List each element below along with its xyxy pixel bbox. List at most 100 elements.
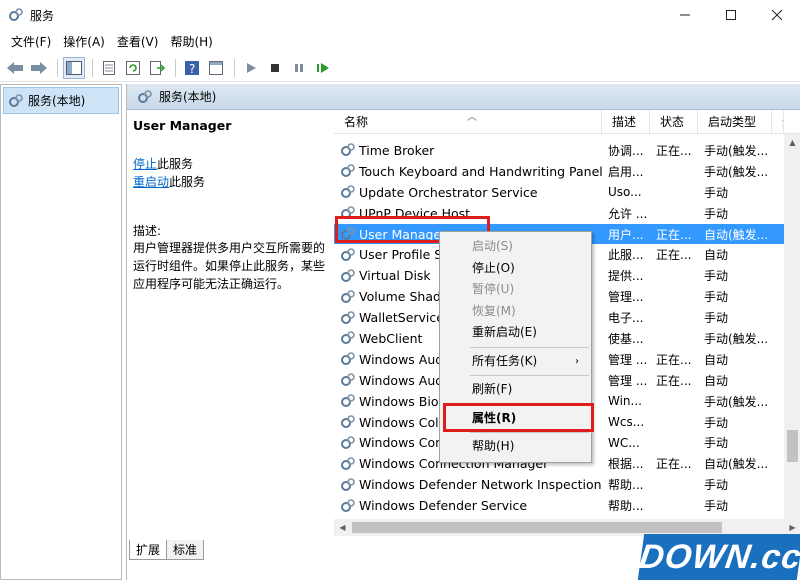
close-button[interactable] — [754, 0, 800, 30]
scroll-up-icon[interactable]: ▲ — [784, 134, 800, 151]
menu-item-stop[interactable]: 停止(O) — [440, 258, 591, 280]
minimize-icon — [680, 14, 690, 16]
restart-service-link[interactable]: 重启动 — [133, 175, 169, 189]
tab-extended[interactable]: 扩展 — [129, 540, 168, 560]
properties-button[interactable] — [98, 57, 120, 79]
back-button[interactable] — [4, 57, 26, 79]
gear-icon — [341, 456, 355, 470]
gear-icon — [341, 164, 355, 178]
menu-item-help[interactable]: 帮助(H) — [440, 436, 591, 458]
service-name-text: Virtual Disk — [359, 268, 431, 284]
vertical-scroll-thumb[interactable] — [787, 430, 798, 462]
service-name-text: Windows Colo — [359, 414, 447, 430]
gear-icon — [341, 373, 355, 387]
toolbar-separator — [57, 58, 58, 77]
console-icon — [209, 60, 223, 75]
service-desc-cell: 帮助... — [608, 499, 644, 514]
service-startup-cell: 手动(触发... — [704, 164, 769, 179]
menu-item-restart[interactable]: 重新启动(E) — [440, 322, 591, 344]
menu-view[interactable]: 查看(V) — [112, 32, 164, 52]
start-service-button[interactable] — [240, 57, 262, 79]
properties-icon — [103, 60, 115, 75]
stop-suffix: 此服务 — [157, 157, 194, 171]
maximize-button[interactable] — [708, 0, 754, 30]
menu-item-resume[interactable]: 恢复(M) — [440, 301, 591, 323]
service-name-text: UPnP Device Host — [359, 205, 471, 221]
menu-item-all-tasks-label: 所有任务(K) — [472, 353, 538, 368]
stop-service-button[interactable] — [264, 57, 286, 79]
refresh-button[interactable] — [122, 57, 144, 79]
menu-help[interactable]: 帮助(H) — [165, 32, 217, 52]
menu-separator — [470, 346, 589, 348]
service-name-cell: Time Broker — [334, 142, 602, 158]
column-startup-type[interactable]: 启动类型 — [698, 110, 772, 134]
service-row[interactable]: Time Broker 协调... 正在... 手动(触发... — [334, 140, 784, 161]
service-desc-cell: 管理 ... — [608, 373, 648, 388]
menu-item-start[interactable]: 启动(S) — [440, 236, 591, 258]
vertical-scrollbar[interactable]: ▲ — [784, 134, 800, 524]
horizontal-scroll-thumb[interactable] — [352, 522, 722, 533]
service-name-text: Windows Con — [359, 435, 444, 451]
gear-icon — [341, 394, 355, 408]
menu-file[interactable]: 文件(F) — [6, 32, 56, 52]
service-name-text: Time Broker — [359, 142, 435, 158]
service-startup-cell: 手动 — [704, 311, 729, 326]
menu-action[interactable]: 操作(A) — [58, 32, 110, 52]
selected-service-name: User Manager — [133, 118, 232, 133]
column-status[interactable]: 状态 — [650, 110, 698, 134]
pause-service-button[interactable] — [288, 57, 310, 79]
toolbar: ? — [0, 54, 800, 82]
help-button[interactable]: ? — [181, 57, 203, 79]
service-row[interactable]: Touch Keyboard and Handwriting Panel ...… — [334, 161, 784, 182]
service-name-text: Touch Keyboard and Handwriting Panel ... — [359, 163, 602, 179]
window-title: 服务 — [30, 8, 55, 23]
stop-service-link[interactable]: 停止 — [133, 157, 157, 171]
column-logon[interactable]: 登 — [772, 110, 784, 134]
menu-item-refresh[interactable]: 刷新(F) — [440, 379, 591, 401]
toolbar-separator — [234, 58, 235, 77]
restart-line: 重启动此服务 — [133, 173, 326, 191]
export-button[interactable] — [146, 57, 168, 79]
column-headers: 名称 描述 状态 启动类型 登 ︿ — [334, 110, 800, 134]
service-startup-cell: 自动(触发... — [704, 457, 769, 472]
tab-standard[interactable]: 标准 — [166, 540, 205, 560]
service-desc-cell: 协调... — [608, 143, 644, 158]
service-row[interactable]: Windows Defender Network Inspection ... 帮… — [334, 474, 784, 495]
service-desc-cell: 电子... — [608, 311, 644, 326]
service-desc-cell: WC... — [608, 435, 640, 450]
gear-icon — [341, 352, 355, 366]
service-desc-cell: 根据... — [608, 457, 644, 472]
service-name-text: Windows Defender Network Inspection ... — [359, 477, 602, 493]
service-status-cell: 正在... — [656, 227, 692, 242]
service-desc-cell: 此服... — [608, 248, 644, 263]
search-gear-icon — [138, 89, 152, 103]
service-startup-cell: 手动 — [704, 436, 729, 451]
scroll-left-icon[interactable]: ◀ — [334, 523, 351, 532]
service-status-cell: 正在... — [656, 457, 692, 472]
toolbar-separator — [92, 58, 93, 77]
service-details: User Manager 停止此服务 重启动此服务 描述: 用户管理器提供多用户… — [127, 110, 332, 536]
service-row[interactable]: Windows Defender Service 帮助... 手动 — [334, 495, 784, 516]
menu-item-properties[interactable]: 属性(R) — [440, 408, 591, 430]
menu-item-pause[interactable]: 暂停(U) — [440, 279, 591, 301]
restart-suffix: 此服务 — [169, 175, 206, 189]
service-startup-cell: 手动 — [704, 185, 729, 200]
service-name-cell: Windows Defender Service — [334, 498, 602, 514]
service-row[interactable]: UPnP Device Host 允许 ... 手动 — [334, 203, 784, 224]
service-startup-cell: 手动 — [704, 206, 729, 221]
column-description[interactable]: 描述 — [602, 110, 650, 134]
pane-header: 服务(本地) — [127, 84, 800, 110]
menu-separator — [470, 375, 589, 376]
menu-item-all-tasks[interactable]: 所有任务(K) › — [440, 351, 591, 373]
console-button[interactable] — [205, 57, 227, 79]
forward-button[interactable] — [28, 57, 50, 79]
tree-item-services-local[interactable]: 服务(本地) — [3, 87, 119, 114]
back-icon — [7, 61, 23, 74]
show-tree-button[interactable] — [63, 56, 85, 79]
export-icon — [150, 60, 165, 75]
service-desc-cell: 允许 ... — [608, 206, 648, 221]
service-row[interactable]: Update Orchestrator Service Uso... 手动 — [334, 182, 784, 203]
scroll-right-icon[interactable]: ▶ — [784, 523, 800, 532]
minimize-button[interactable] — [662, 0, 708, 30]
restart-service-button[interactable] — [312, 57, 334, 79]
